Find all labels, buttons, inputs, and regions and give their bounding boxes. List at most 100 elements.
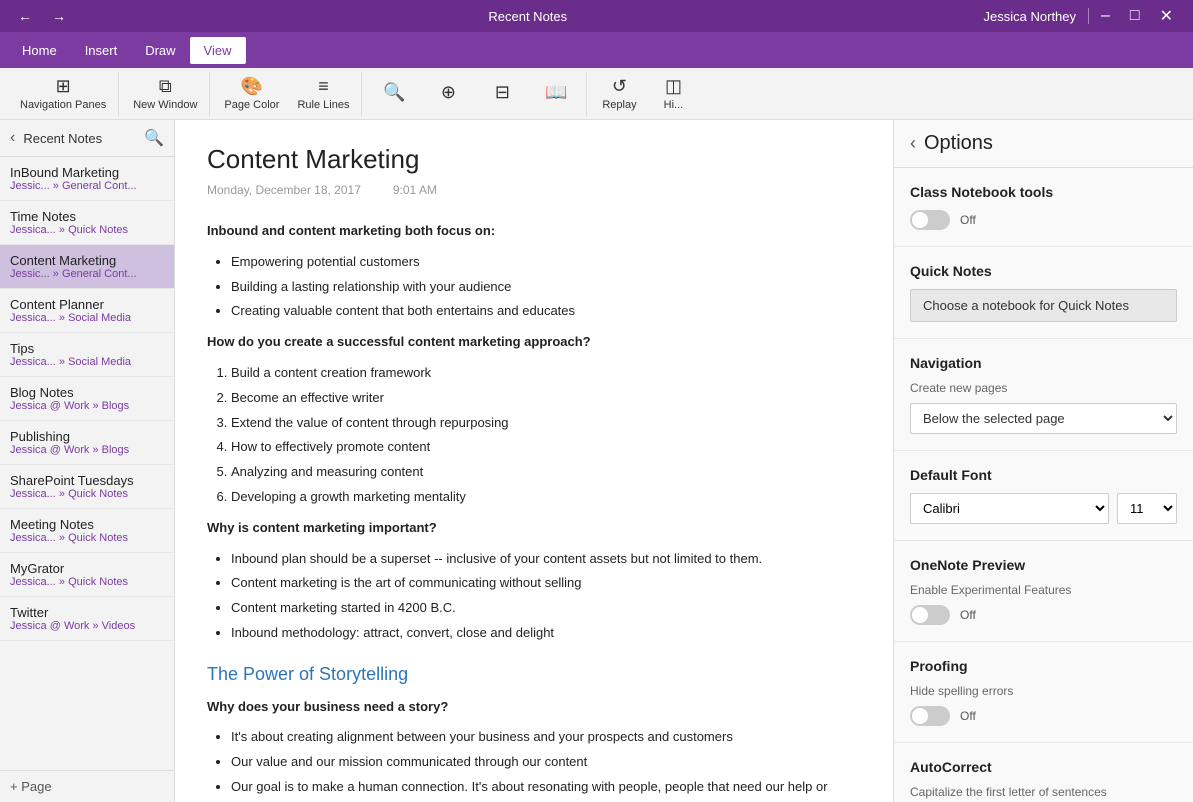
options-panel: ‹ Options Class Notebook tools Off Quick…: [893, 120, 1193, 802]
sidebar-list: InBound Marketing Jessic... » General Co…: [0, 157, 174, 770]
font-row: CalibriArialTimes New RomanSegoe UI 8910…: [910, 493, 1177, 524]
sidebar-item-sub: Jessica... » Quick Notes: [10, 488, 164, 500]
options-section-default-font: Default Font CalibriArialTimes New Roman…: [894, 451, 1193, 541]
navigation-panes-button[interactable]: ⊞ Navigation Panes: [12, 72, 114, 116]
proofing-sub: Hide spelling errors: [910, 684, 1177, 698]
content-bold-3: Why is content marketing important?: [207, 520, 437, 535]
class-notebook-toggle-label: Off: [960, 213, 976, 227]
forward-button[interactable]: →: [46, 4, 72, 28]
sidebar-title: Recent Notes: [23, 131, 102, 146]
page-meta: Monday, December 18, 2017 9:01 AM: [207, 183, 861, 197]
sidebar-item-sharepoint[interactable]: SharePoint Tuesdays Jessica... » Quick N…: [0, 465, 174, 509]
list-item: Inbound plan should be a superset -- inc…: [231, 549, 861, 570]
proofing-toggle-row: Off: [910, 706, 1177, 726]
page-color-icon: 🎨: [241, 76, 263, 97]
zoom-in-icon: ⊕: [441, 82, 456, 103]
sidebar-item-title: Blog Notes: [10, 385, 164, 400]
new-window-label: New Window: [133, 99, 197, 111]
content-list-3: Inbound plan should be a superset -- inc…: [231, 549, 861, 644]
replay-icon: ↺: [612, 76, 627, 97]
list-item: Building a lasting relationship with you…: [231, 277, 861, 298]
options-header: ‹ Options: [894, 120, 1193, 168]
options-section-autocorrect: AutoCorrect Capitalize the first letter …: [894, 743, 1193, 802]
toolbar-group-replay: ↺ Replay ◫ Hi...: [589, 72, 703, 116]
list-item: Content marketing started in 4200 B.C.: [231, 598, 861, 619]
zoom-out-button[interactable]: 🔍: [368, 72, 420, 116]
rule-lines-button[interactable]: ≡ Rule Lines: [289, 72, 357, 116]
hide-button[interactable]: ◫ Hi...: [647, 72, 699, 116]
proofing-title: Proofing: [910, 658, 1177, 674]
font-family-select[interactable]: CalibriArialTimes New RomanSegoe UI: [910, 493, 1109, 524]
sidebar-item-twitter[interactable]: Twitter Jessica @ Work » Videos: [0, 597, 174, 641]
sidebar-item-meeting-notes[interactable]: Meeting Notes Jessica... » Quick Notes: [0, 509, 174, 553]
sidebar-item-sub: Jessica @ Work » Videos: [10, 620, 164, 632]
title-bar: ← → Recent Notes Jessica Northey – □ ✕: [0, 0, 1193, 32]
minimize-button[interactable]: –: [1093, 4, 1118, 28]
title-bar-navigation: ← →: [12, 4, 72, 28]
sidebar-item-title: Meeting Notes: [10, 517, 164, 532]
sidebar: ‹ Recent Notes 🔍 InBound Marketing Jessi…: [0, 120, 175, 802]
menu-insert[interactable]: Insert: [71, 37, 132, 64]
list-item: Extend the value of content through repu…: [231, 413, 861, 434]
sidebar-item-time-notes[interactable]: Time Notes Jessica... » Quick Notes: [0, 201, 174, 245]
new-window-button[interactable]: ⧉ New Window: [125, 72, 205, 116]
content-bold-4: Why does your business need a story?: [207, 699, 448, 714]
content-heading: The Power of Storytelling: [207, 660, 861, 689]
sidebar-item-blog-notes[interactable]: Blog Notes Jessica @ Work » Blogs: [0, 377, 174, 421]
class-notebook-toggle[interactable]: [910, 210, 950, 230]
new-window-icon: ⧉: [159, 76, 172, 97]
sidebar-item-tips[interactable]: Tips Jessica... » Social Media: [0, 333, 174, 377]
main-layout: ‹ Recent Notes 🔍 InBound Marketing Jessi…: [0, 120, 1193, 802]
sidebar-item-sub: Jessic... » General Cont...: [10, 180, 164, 192]
sidebar-back-button[interactable]: ‹: [8, 127, 17, 149]
menu-home[interactable]: Home: [8, 37, 71, 64]
list-item: Creating valuable content that both ente…: [231, 301, 861, 322]
back-button[interactable]: ←: [12, 4, 38, 28]
options-back-button[interactable]: ‹: [910, 133, 916, 154]
navigation-dropdown[interactable]: Below the selected pageAt end of section: [910, 403, 1177, 434]
close-button[interactable]: ✕: [1152, 4, 1181, 28]
sidebar-item-publishing[interactable]: Publishing Jessica @ Work » Blogs: [0, 421, 174, 465]
options-title: Options: [924, 132, 993, 155]
menu-view[interactable]: View: [190, 37, 246, 64]
proofing-toggle[interactable]: [910, 706, 950, 726]
list-item: Developing a growth marketing mentality: [231, 487, 861, 508]
list-item: Become an effective writer: [231, 388, 861, 409]
sidebar-item-sub: Jessica... » Quick Notes: [10, 576, 164, 588]
choose-notebook-button[interactable]: Choose a notebook for Quick Notes: [910, 289, 1177, 322]
menu-draw[interactable]: Draw: [131, 37, 189, 64]
proofing-toggle-label: Off: [960, 709, 976, 723]
sidebar-item-mygrator[interactable]: MyGrator Jessica... » Quick Notes: [0, 553, 174, 597]
sidebar-item-inbound-marketing[interactable]: InBound Marketing Jessic... » General Co…: [0, 157, 174, 201]
zoom-in-button[interactable]: ⊕: [422, 72, 474, 116]
sidebar-item-title: Twitter: [10, 605, 164, 620]
class-notebook-toggle-row: Off: [910, 210, 1177, 230]
maximize-button[interactable]: □: [1122, 4, 1148, 28]
replay-button[interactable]: ↺ Replay: [593, 72, 645, 116]
page-color-button[interactable]: 🎨 Page Color: [216, 72, 287, 116]
sidebar-item-title: Content Planner: [10, 297, 164, 312]
toolbar-group-zoom: 🔍 ⊕ ⊟ 📖: [364, 72, 587, 116]
font-size-select[interactable]: 891011121416: [1117, 493, 1177, 524]
sidebar-header: ‹ Recent Notes 🔍: [0, 120, 174, 157]
add-page-button[interactable]: + Page: [0, 770, 174, 802]
sidebar-search-button[interactable]: 🔍: [142, 126, 166, 150]
user-info: Jessica Northey: [984, 8, 1093, 24]
content-area: Content Marketing Monday, December 18, 2…: [175, 120, 893, 802]
sidebar-item-content-marketing[interactable]: Content Marketing Jessic... » General Co…: [0, 245, 174, 289]
onenote-preview-toggle[interactable]: [910, 605, 950, 625]
sidebar-item-sub: Jessic... » General Cont...: [10, 268, 164, 280]
sidebar-item-sub: Jessica... » Quick Notes: [10, 224, 164, 236]
separator: [1088, 8, 1089, 24]
list-item: Content marketing is the art of communic…: [231, 573, 861, 594]
list-item: How to effectively promote content: [231, 437, 861, 458]
sidebar-item-sub: Jessica... » Social Media: [10, 356, 164, 368]
quick-notes-title: Quick Notes: [910, 263, 1177, 279]
reading-view-button[interactable]: 📖: [530, 72, 582, 116]
fit-page-button[interactable]: ⊟: [476, 72, 528, 116]
content-list-2: Build a content creation framework Becom…: [231, 363, 861, 508]
rule-lines-label: Rule Lines: [297, 99, 349, 111]
sidebar-item-content-planner[interactable]: Content Planner Jessica... » Social Medi…: [0, 289, 174, 333]
navigation-panes-icon: ⊞: [56, 76, 71, 97]
content-bold-1: Inbound and content marketing both focus…: [207, 223, 495, 238]
